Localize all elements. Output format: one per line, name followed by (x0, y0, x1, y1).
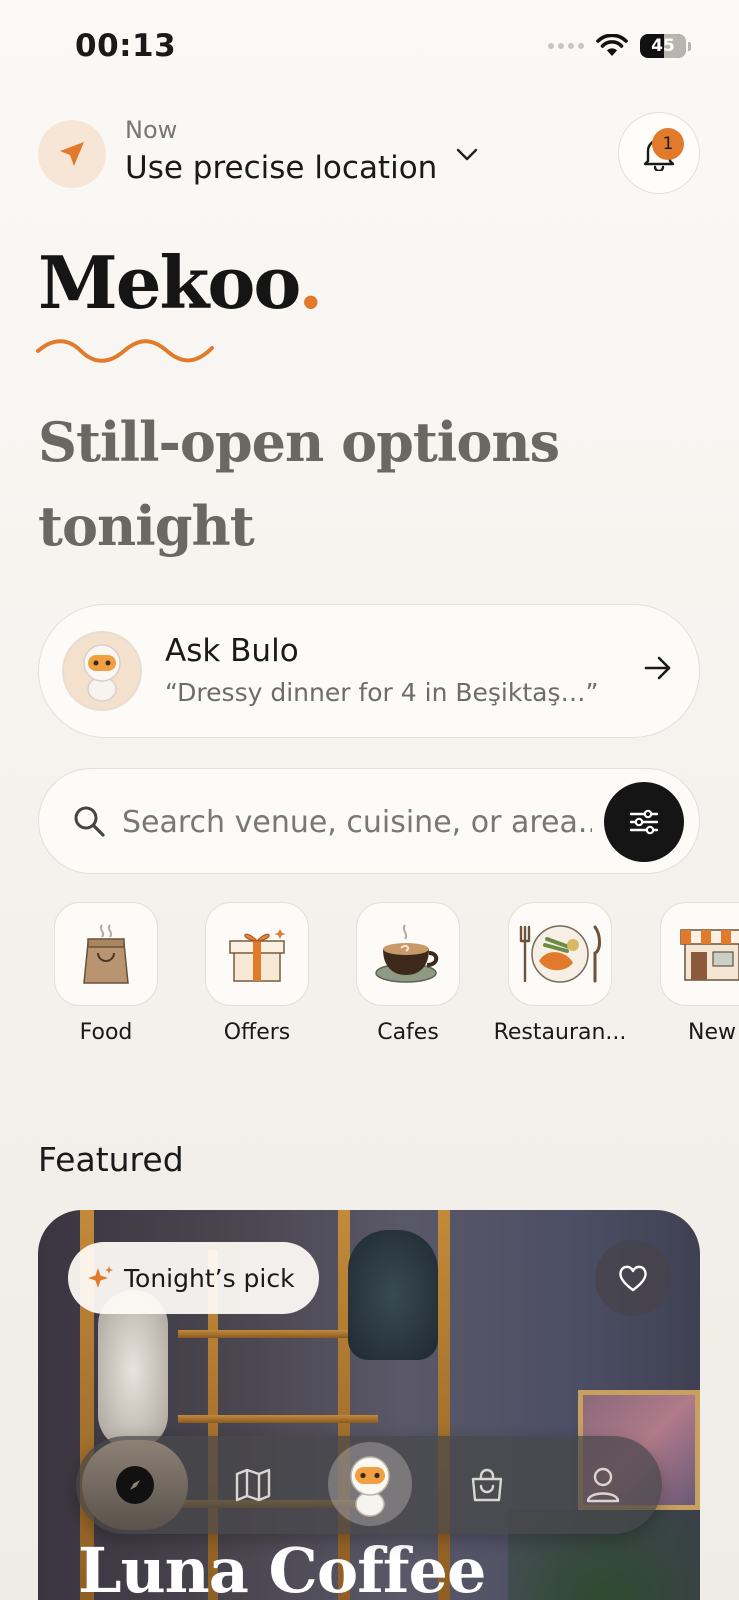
status-indicators: 45 (548, 34, 691, 58)
category-new[interactable]: New (636, 902, 739, 1045)
tonights-pick-badge: Tonight’s pick (68, 1242, 319, 1314)
arrow-right-icon[interactable] (643, 654, 673, 682)
category-label: Cafes (377, 1020, 439, 1045)
notification-badge: 1 (652, 128, 684, 160)
gift-icon (205, 902, 309, 1006)
cellular-signal-icon (548, 43, 584, 49)
category-restaurants[interactable]: Restauran... (485, 902, 635, 1045)
brand-dot: . (298, 240, 323, 325)
sliders-icon (629, 809, 659, 835)
decor-vase (348, 1230, 438, 1360)
tab-profile[interactable] (562, 1444, 644, 1526)
category-cafes[interactable]: Cafes (333, 902, 483, 1045)
tab-bulo[interactable] (328, 1442, 412, 1526)
brand-name: Mekoo (38, 240, 300, 325)
location-time-label: Now (125, 116, 178, 144)
tab-map[interactable] (212, 1444, 294, 1526)
brand-logo: Mekoo. (38, 240, 323, 325)
battery-level: 45 (651, 36, 675, 56)
shelf-board (178, 1415, 378, 1423)
tab-orders[interactable] (446, 1444, 528, 1526)
location-arrow-icon (60, 142, 84, 166)
map-icon (235, 1468, 271, 1502)
bulo-icon (350, 1456, 390, 1517)
wifi-icon (596, 34, 628, 56)
bag-icon (471, 1468, 503, 1502)
location-button[interactable] (38, 120, 106, 188)
profile-icon (586, 1467, 620, 1503)
storefront-icon (660, 902, 739, 1006)
badge-label: Tonight’s pick (124, 1263, 295, 1293)
ask-bulo-title: Ask Bulo (165, 633, 299, 669)
ask-bulo-example: “Dressy dinner for 4 in Beşiktaş…” (165, 678, 599, 707)
search-icon (74, 806, 105, 837)
bulo-avatar-icon (62, 631, 142, 711)
chevron-down-icon[interactable] (452, 140, 482, 170)
compass-icon (116, 1466, 154, 1504)
featured-section-title: Featured (38, 1140, 184, 1179)
battery-cap (688, 41, 691, 51)
page-headline: Still-open options tonight (38, 410, 560, 558)
status-time: 00:13 (75, 28, 177, 64)
heart-icon (619, 1265, 647, 1292)
search-input[interactable] (122, 800, 592, 844)
venue-name: Luna Coffee (78, 1534, 486, 1600)
category-label: Offers (223, 1020, 291, 1045)
sparkle-icon (88, 1266, 113, 1288)
category-label: Food (79, 1020, 133, 1045)
category-label: Restauran... (493, 1020, 627, 1045)
decor-sculpture (98, 1290, 168, 1450)
coffee-cup-icon (356, 902, 460, 1006)
dinner-plate-icon (508, 902, 612, 1006)
tab-explore[interactable] (82, 1440, 188, 1530)
category-label: New (688, 1020, 736, 1045)
favorite-button[interactable] (595, 1240, 671, 1316)
category-offers[interactable]: Offers (182, 902, 332, 1045)
filter-button[interactable] (604, 782, 684, 862)
category-food[interactable]: Food (31, 902, 181, 1045)
squiggle-underline (36, 339, 214, 363)
location-selector[interactable]: Use precise location (125, 150, 437, 186)
food-bag-icon (54, 902, 158, 1006)
battery-icon: 45 (640, 34, 686, 58)
